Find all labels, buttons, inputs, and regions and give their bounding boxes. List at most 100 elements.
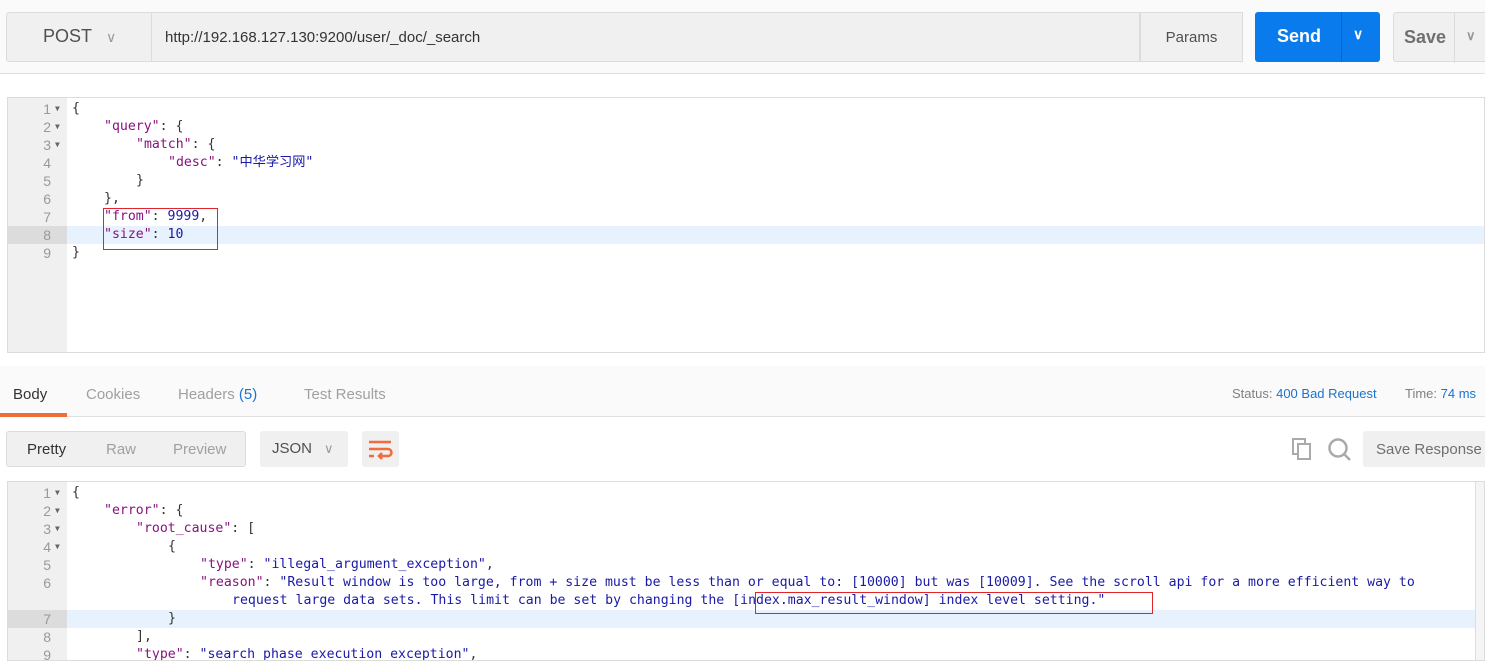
code-line: request large data sets. This limit can … bbox=[8, 592, 1484, 610]
token: }, bbox=[104, 191, 120, 206]
code-text: { bbox=[72, 100, 80, 118]
code-line: 1 ▼{ bbox=[8, 100, 1484, 118]
save-label: Save bbox=[1404, 27, 1447, 47]
tab-body[interactable]: Body bbox=[13, 386, 47, 403]
token: : { bbox=[191, 137, 216, 152]
view-pretty[interactable]: Pretty bbox=[27, 441, 66, 458]
line-number bbox=[8, 592, 67, 610]
divider bbox=[1341, 12, 1342, 62]
code-text: "error": { bbox=[72, 502, 183, 520]
code-text: } bbox=[72, 244, 80, 262]
token: } bbox=[168, 611, 176, 626]
code-text: "root_cause": [ bbox=[72, 520, 255, 538]
token: "illegal_argument_exception" bbox=[263, 557, 486, 572]
chevron-down-icon[interactable]: ∨ bbox=[1353, 26, 1363, 43]
fold-arrow-icon[interactable]: ▼ bbox=[55, 502, 60, 520]
code-line: 7} bbox=[8, 610, 1484, 628]
line-number: 9 bbox=[43, 245, 51, 261]
url-input[interactable]: http://192.168.127.130:9200/user/_doc/_s… bbox=[152, 12, 1140, 62]
token: "root_cause" bbox=[136, 521, 232, 536]
time-value: 74 ms bbox=[1440, 386, 1477, 401]
save-response-button[interactable]: Save Response bbox=[1363, 431, 1485, 467]
copy-icon[interactable] bbox=[1290, 436, 1316, 462]
view-raw[interactable]: Raw bbox=[106, 441, 136, 458]
wrap-lines-icon bbox=[369, 440, 393, 460]
search-icon[interactable] bbox=[1326, 436, 1354, 464]
token: : bbox=[247, 557, 264, 572]
code-line: 8 "size": 10 bbox=[8, 226, 1484, 244]
token: "中华学习网" bbox=[231, 155, 314, 170]
tab-test-results[interactable]: Test Results bbox=[304, 386, 386, 403]
chevron-down-icon: ∨ bbox=[324, 441, 334, 456]
response-body-viewer[interactable]: 1 ▼{2 ▼ "error": {3 ▼ "root_cause": [4 ▼{5 "typ… bbox=[7, 481, 1485, 661]
status-value: 400 Bad Request bbox=[1276, 386, 1377, 401]
send-button[interactable]: Send ∨ bbox=[1255, 12, 1380, 62]
token: "type" bbox=[200, 557, 248, 572]
token: "error" bbox=[104, 503, 160, 518]
line-number: 7 bbox=[8, 610, 67, 628]
token: { bbox=[168, 539, 176, 554]
tab-cookies[interactable]: Cookies bbox=[86, 386, 140, 403]
fold-arrow-icon[interactable]: ▼ bbox=[55, 118, 60, 136]
send-label: Send bbox=[1277, 26, 1322, 46]
code-line: 9 "type": "search_phase_execution_excepti… bbox=[8, 646, 1484, 661]
status-label: Status: bbox=[1232, 386, 1273, 401]
code-text: "type": "search_phase_execution_exceptio… bbox=[72, 646, 478, 661]
fold-arrow-icon[interactable]: ▼ bbox=[55, 484, 60, 502]
token: } bbox=[136, 173, 144, 188]
line-number: 4 bbox=[43, 155, 51, 171]
code-text: { bbox=[72, 538, 176, 556]
format-select[interactable]: JSON ∨ bbox=[260, 431, 348, 467]
chevron-down-icon: ∨ bbox=[106, 29, 117, 45]
code-line: 5} bbox=[8, 172, 1484, 190]
fold-arrow-icon[interactable]: ▼ bbox=[55, 520, 60, 538]
time-readout: Time: 74 ms bbox=[1405, 386, 1476, 401]
token: { bbox=[72, 101, 80, 116]
token: { bbox=[72, 485, 80, 500]
code-line: 5 "type": "illegal_argument_exception", bbox=[8, 556, 1484, 574]
token: , bbox=[485, 557, 494, 572]
divider bbox=[1454, 13, 1455, 63]
token: "match" bbox=[136, 137, 192, 152]
wrap-lines-button[interactable] bbox=[362, 431, 399, 467]
format-value: JSON bbox=[272, 440, 313, 457]
fold-arrow-icon[interactable]: ▼ bbox=[55, 136, 60, 154]
token: } bbox=[72, 245, 80, 260]
code-line: 9} bbox=[8, 244, 1484, 262]
time-label: Time: bbox=[1405, 386, 1438, 401]
token: "type" bbox=[136, 647, 184, 661]
token: "reason" bbox=[200, 575, 264, 590]
line-number: 6 bbox=[43, 575, 51, 591]
method-select[interactable]: POST ∨ bbox=[6, 12, 152, 62]
params-button[interactable]: Params bbox=[1140, 12, 1243, 62]
request-body-editor[interactable]: 1 ▼{2 ▼ "query": {3 ▼ "match": {4 "desc": "中华学… bbox=[7, 97, 1485, 353]
code-line: 8], bbox=[8, 628, 1484, 646]
code-line: 1 ▼{ bbox=[8, 484, 1484, 502]
code-text: "desc": "中华学习网" bbox=[72, 154, 313, 172]
active-tab-indicator bbox=[0, 413, 67, 417]
code-line: 6 "reason": "Result window is too large, … bbox=[8, 574, 1484, 592]
chevron-down-icon[interactable]: ∨ bbox=[1466, 28, 1476, 44]
token: : { bbox=[159, 119, 184, 134]
token: : bbox=[263, 575, 280, 590]
code-text: "query": { bbox=[72, 118, 183, 136]
code-line: 4 ▼{ bbox=[8, 538, 1484, 556]
fold-arrow-icon[interactable]: ▼ bbox=[55, 100, 60, 118]
token: : bbox=[183, 647, 200, 661]
scrollbar[interactable] bbox=[1475, 482, 1484, 660]
view-preview[interactable]: Preview bbox=[173, 441, 226, 458]
token: : bbox=[215, 155, 232, 170]
line-number: 7 bbox=[43, 209, 51, 225]
tab-headers-label: Headers bbox=[178, 386, 235, 403]
save-button[interactable]: Save ∨ bbox=[1393, 12, 1485, 63]
code-text: "reason": "Result window is too large, f… bbox=[72, 574, 1415, 592]
headers-count: (5) bbox=[238, 386, 258, 403]
code-text: } bbox=[72, 610, 176, 628]
token: "Result window is too large, from + size… bbox=[279, 575, 1415, 590]
code-line: 2 ▼ "error": { bbox=[8, 502, 1484, 520]
code-text: "match": { bbox=[72, 136, 215, 154]
fold-arrow-icon[interactable]: ▼ bbox=[55, 538, 60, 556]
token: , bbox=[469, 647, 478, 661]
tab-headers[interactable]: Headers (5) bbox=[178, 386, 257, 403]
line-number: 6 bbox=[43, 191, 51, 207]
